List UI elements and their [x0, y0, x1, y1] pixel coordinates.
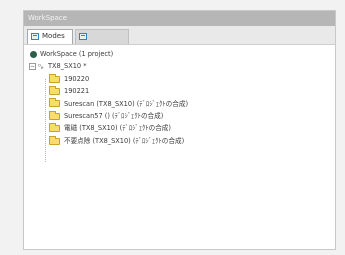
folder-label: 190221 [64, 87, 90, 96]
project-icon: ⁰ₑ [38, 62, 44, 71]
tab-secondary[interactable] [75, 29, 129, 44]
tree-item-folder[interactable]: Surescan (TX8_SX10) (ﾃﾞﾛｼﾞｪｸﾄの合成) [24, 98, 335, 110]
folder-icon [49, 98, 60, 108]
folder-label: 電磁 (TX8_SX10) (ﾃﾞﾛｼﾞｪｸﾄの合成) [64, 124, 171, 133]
tree-item-folder[interactable]: 190220 [24, 73, 335, 85]
project-label: TX8_SX10 * [48, 62, 87, 71]
collapse-icon[interactable]: − [29, 62, 36, 70]
tree-item-project[interactable]: − ⁰ₑ TX8_SX10 * [24, 60, 335, 72]
tree-item-folder[interactable]: 不要点除 (TX8_SX10) (ﾃﾞﾛｼﾞｪｸﾄの合成) [24, 135, 335, 147]
folder-label: 不要点除 (TX8_SX10) (ﾃﾞﾛｼﾞｪｸﾄの合成) [64, 136, 185, 145]
tab-modes-label: Modes [42, 32, 65, 40]
folder-icon [49, 123, 60, 133]
tree-item-folder[interactable]: 電磁 (TX8_SX10) (ﾃﾞﾛｼﾞｪｸﾄの合成) [24, 122, 335, 134]
folder-icon [49, 110, 60, 120]
workspace-icon [30, 50, 37, 58]
window-title: WorkSpace [24, 11, 335, 26]
tab-icon [79, 33, 87, 40]
folder-label: 190220 [64, 74, 90, 83]
folder-icon [49, 73, 60, 83]
folder-label: Surescan (TX8_SX10) (ﾃﾞﾛｼﾞｪｸﾄの合成) [64, 99, 189, 108]
folder-label: Surescan57 () (ﾃﾞﾛｼﾞｪｸﾄの合成) [64, 111, 164, 120]
tree-item-folder[interactable]: 190221 [24, 85, 335, 97]
workspace-window: WorkSpace Modes WorkSpace (1 project) − … [23, 10, 336, 250]
project-tree: WorkSpace (1 project) − ⁰ₑ TX8_SX10 * 19… [24, 45, 335, 162]
tab-modes[interactable]: Modes [27, 29, 73, 44]
workspace-label: WorkSpace (1 project) [40, 50, 114, 58]
modes-icon [31, 33, 39, 40]
tab-strip: Modes [24, 26, 335, 45]
folder-icon [49, 135, 60, 145]
tree-item-workspace[interactable]: WorkSpace (1 project) [24, 48, 335, 60]
folder-icon [49, 85, 60, 95]
tree-item-folder[interactable]: Surescan57 () (ﾃﾞﾛｼﾞｪｸﾄの合成) [24, 110, 335, 122]
